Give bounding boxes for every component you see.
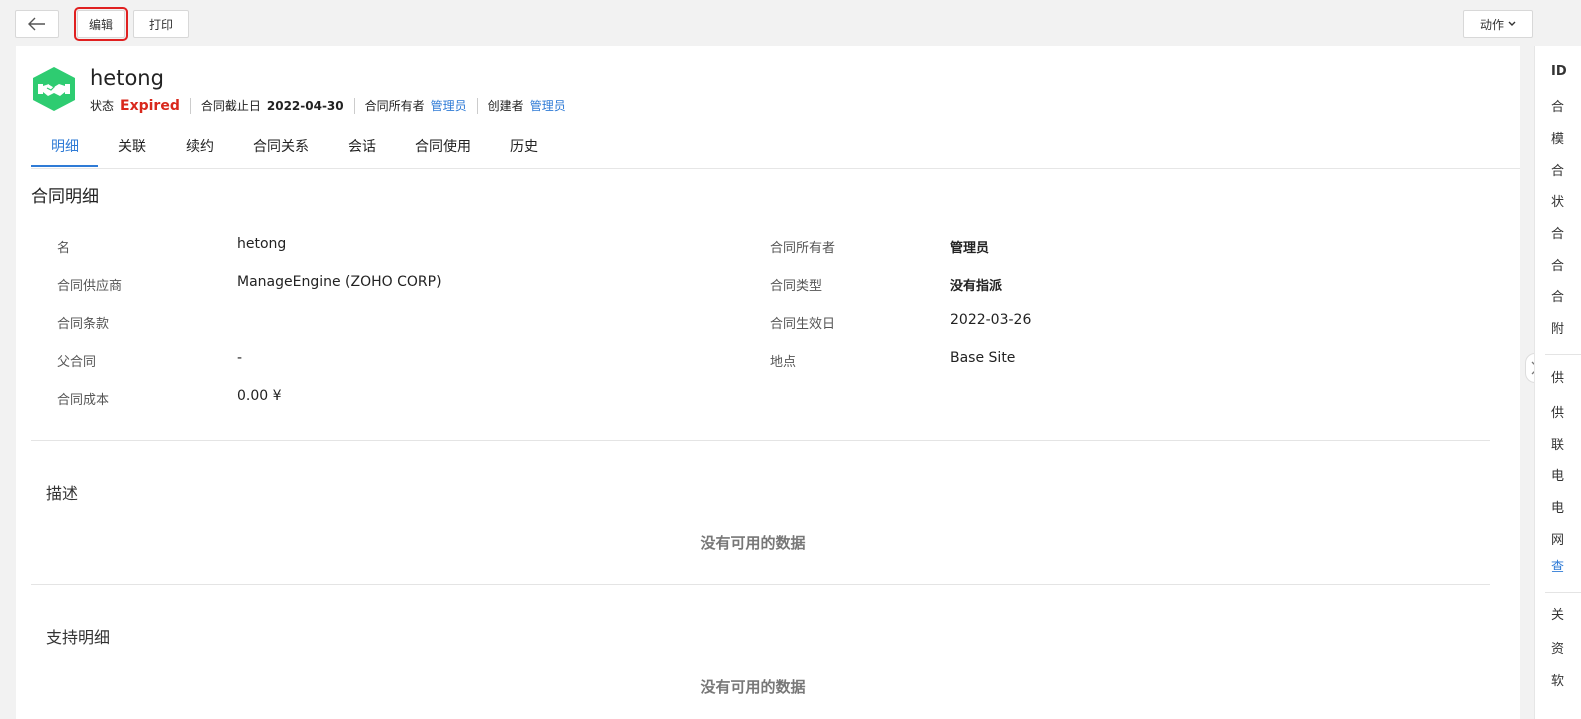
field-label-contract-type: 合同类型: [770, 279, 823, 294]
field-label-terms: 合同条款: [57, 317, 110, 332]
field-label-owner: 合同所有者: [770, 241, 836, 256]
field-value-name: hetong: [237, 236, 287, 252]
field-value-effective-date: 2022-03-26: [950, 312, 1032, 328]
rp-item: 模: [1551, 132, 1565, 147]
owner-label: 合同所有者: [364, 99, 425, 113]
support-empty-text: 没有可用的数据: [700, 678, 806, 696]
description-title: 描述: [46, 484, 79, 503]
field-label-vendor: 合同供应商: [57, 279, 123, 294]
field-label-parent-contract: 父合同: [57, 355, 97, 370]
rp-vendor-item: 电: [1551, 469, 1565, 484]
rp-related-item: 关: [1551, 608, 1565, 623]
tab-renewal[interactable]: 续约: [186, 136, 214, 167]
tab-bar: 明细 关联 续约 合同关系 会话 合同使用 历史: [31, 130, 1520, 169]
end-date-value: 2022-04-30: [266, 98, 344, 113]
meta-divider: [189, 97, 191, 114]
back-button[interactable]: [15, 10, 59, 38]
details-section-title: 合同明细: [31, 187, 99, 207]
rp-item: 合: [1551, 259, 1565, 274]
owner-link[interactable]: 管理员: [431, 97, 467, 114]
rp-item: 附: [1551, 322, 1565, 337]
rp-divider: [1545, 354, 1581, 355]
rp-divider: [1545, 592, 1581, 593]
status-badge: Expired: [120, 97, 180, 114]
chevron-down-icon: [1508, 21, 1516, 26]
rp-vendor-item: 供: [1551, 406, 1565, 421]
status-label: 状态: [90, 99, 115, 113]
contract-detail-card: hetong 状态 Expired 合同截止日 2022-04-30 合同所有者…: [16, 46, 1520, 719]
toolbar: 编辑 打印 动作: [0, 0, 1581, 46]
edit-button[interactable]: 编辑: [74, 7, 128, 41]
field-label-name: 名: [57, 241, 71, 256]
field-value-parent-contract: -: [237, 350, 243, 366]
rp-item: 合: [1551, 164, 1565, 179]
field-value-cost: 0.00 ¥: [237, 388, 282, 404]
tab-conversations[interactable]: 会话: [348, 136, 376, 167]
actions-label: 动作: [1479, 17, 1504, 32]
actions-dropdown[interactable]: 动作: [1463, 10, 1533, 38]
rp-vendor-item: 联: [1551, 438, 1565, 453]
rp-item: ID: [1551, 64, 1567, 79]
print-button[interactable]: 打印: [133, 10, 189, 38]
back-arrow-icon: [28, 17, 45, 31]
field-value-owner: 管理员: [950, 241, 990, 256]
contract-title: hetong: [90, 66, 164, 90]
rp-related-item: 资: [1551, 642, 1565, 657]
contract-meta: 状态 Expired 合同截止日 2022-04-30 合同所有者 管理员 创建…: [90, 97, 566, 114]
section-divider: [31, 584, 1490, 585]
creator-label: 创建者: [487, 99, 524, 113]
meta-divider: [476, 97, 478, 114]
rp-item: 合: [1551, 100, 1565, 115]
tab-history[interactable]: 历史: [510, 136, 538, 167]
section-divider: [31, 440, 1490, 441]
field-label-effective-date: 合同生效日: [770, 317, 836, 332]
field-label-cost: 合同成本: [57, 393, 110, 408]
end-date-label: 合同截止日: [200, 99, 261, 113]
rp-item: 合: [1551, 290, 1565, 305]
right-info-panel: ID 合 模 合 状 合 合 合 附 供 供 联 电 电 网 查 关 资 软: [1534, 46, 1581, 719]
creator-link[interactable]: 管理员: [530, 97, 566, 114]
rp-vendor-item: 网: [1551, 533, 1565, 548]
rp-related-item: 软: [1551, 674, 1565, 689]
active-tab-indicator: [31, 165, 98, 167]
description-empty-text: 没有可用的数据: [700, 534, 806, 552]
field-label-site: 地点: [770, 355, 797, 370]
support-title: 支持明细: [46, 628, 111, 647]
field-value-site: Base Site: [950, 350, 1016, 366]
contract-handshake-icon: [33, 67, 75, 111]
rp-item: 合: [1551, 227, 1565, 242]
rp-vendor-item: 供: [1551, 371, 1565, 386]
rp-view-link[interactable]: 查: [1551, 556, 1564, 575]
field-value-contract-type: 没有指派: [950, 279, 1003, 294]
rp-vendor-item: 电: [1551, 501, 1565, 516]
tab-contract-relations[interactable]: 合同关系: [253, 136, 309, 167]
meta-divider: [353, 97, 355, 114]
tab-contract-usage[interactable]: 合同使用: [415, 136, 471, 167]
field-value-vendor: ManageEngine (ZOHO CORP): [237, 274, 442, 290]
tab-details[interactable]: 明细: [51, 136, 79, 167]
rp-item: 状: [1551, 195, 1565, 210]
tab-related[interactable]: 关联: [118, 136, 146, 167]
